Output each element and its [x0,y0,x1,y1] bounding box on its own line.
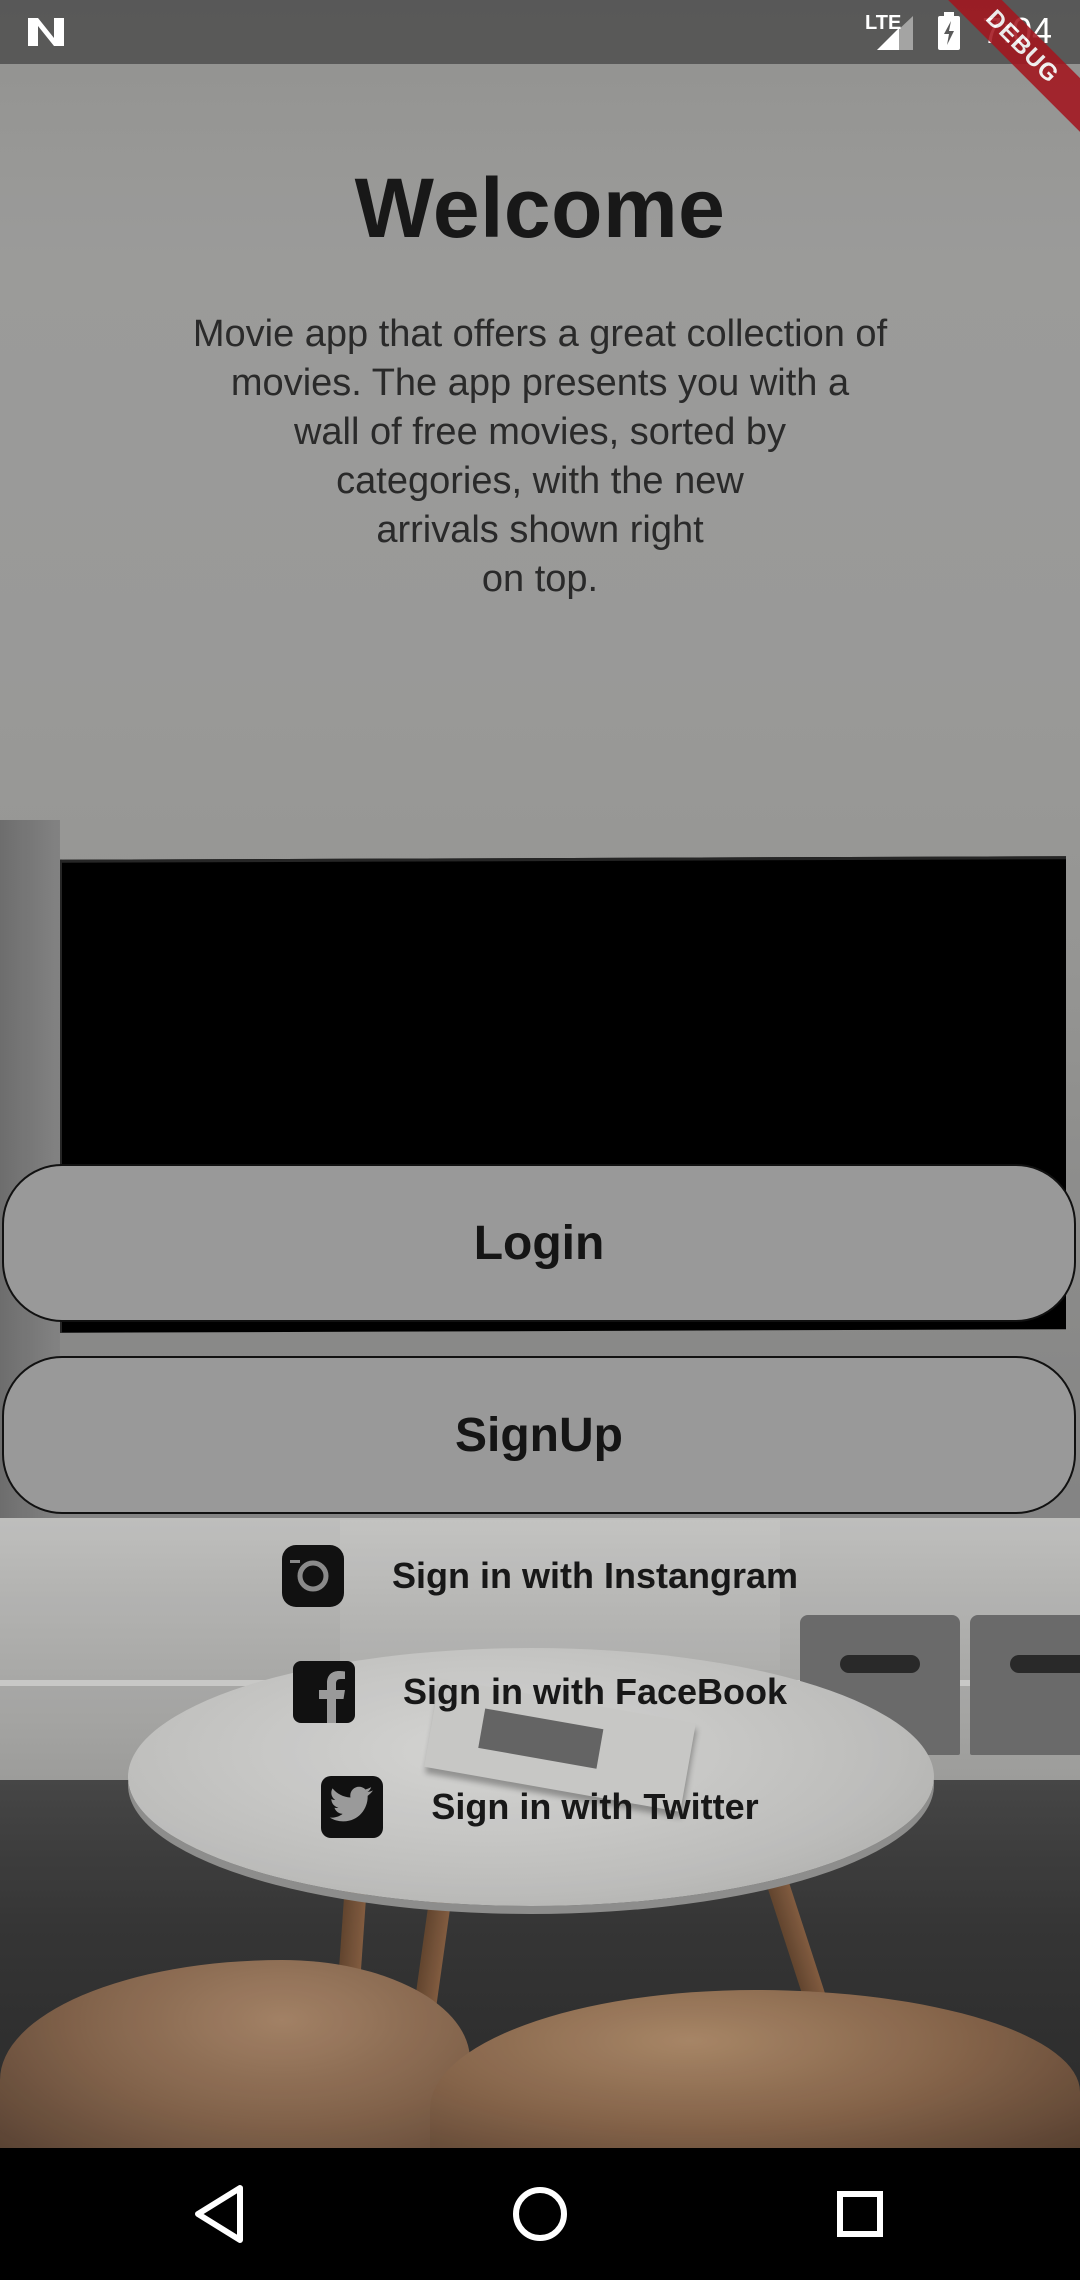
signal-strength-icon [877,16,913,50]
battery-charging-icon [938,12,960,50]
recents-square-icon[interactable] [824,2178,896,2250]
sign-in-twitter-button[interactable]: Sign in with Twitter [0,1772,1080,1842]
app-description: Movie app that offers a great collection… [192,313,888,600]
sign-in-facebook-label: Sign in with FaceBook [402,1671,788,1712]
page-title: Welcome [354,161,726,255]
login-button[interactable]: Login [2,1164,1076,1322]
status-bar: LTE 7:04 DEBUG [0,0,1080,146]
signup-button[interactable]: SignUp [2,1356,1076,1514]
sign-in-instagram-label: Sign in with Instangram [391,1555,799,1596]
notification-n-icon [28,18,64,46]
twitter-icon [321,1776,384,1838]
home-circle-icon[interactable] [504,2178,576,2250]
instagram-icon [281,1545,344,1607]
sign-in-facebook-button[interactable]: Sign in with FaceBook [0,1657,1080,1727]
back-triangle-icon[interactable] [184,2178,256,2250]
facebook-icon [292,1661,355,1723]
system-navigation-bar [0,2148,1080,2280]
sign-in-twitter-label: Sign in with Twitter [431,1786,759,1827]
sign-in-instagram-button[interactable]: Sign in with Instangram [0,1541,1080,1611]
